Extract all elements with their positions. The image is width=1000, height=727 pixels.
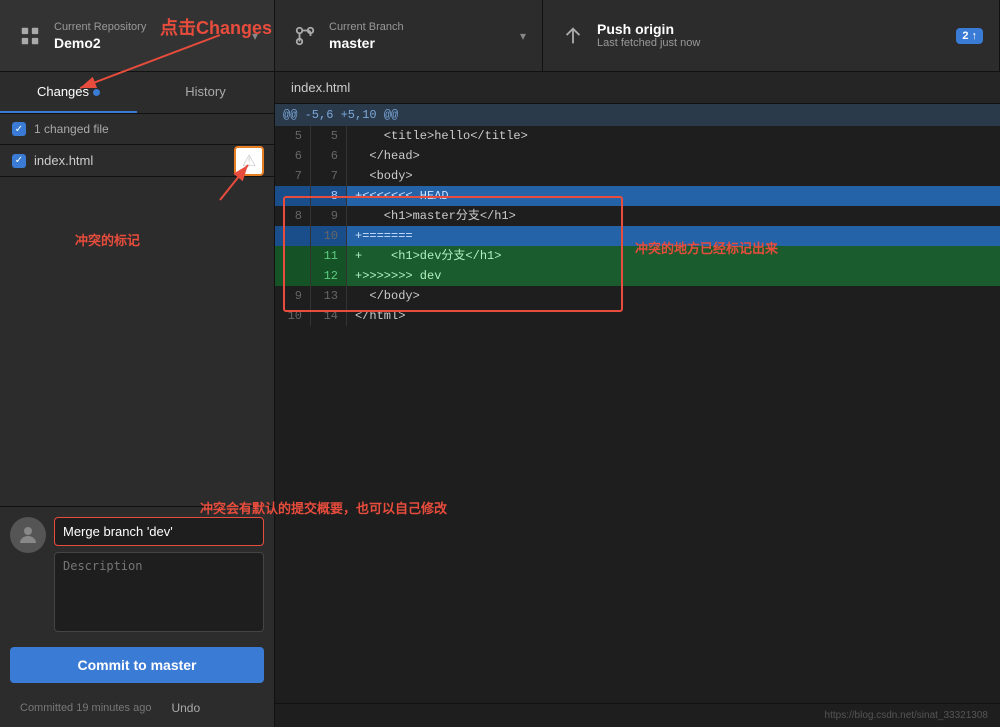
branch-name: master — [329, 35, 506, 51]
push-text-group: Push origin Last fetched just now — [597, 21, 938, 51]
push-label: Push origin — [597, 21, 938, 37]
file-name: index.html — [34, 153, 93, 168]
repo-icon — [16, 22, 44, 50]
avatar — [10, 517, 46, 553]
file-item-index-html[interactable]: index.html ⚠ — [0, 145, 274, 177]
select-all-checkbox[interactable] — [12, 122, 26, 136]
repo-label: Current Repository — [54, 21, 238, 33]
tabs: Changes History — [0, 72, 274, 114]
push-badge: 2 ↑ — [956, 28, 983, 44]
branch-label: Current Branch — [329, 21, 506, 33]
diff-content[interactable]: @@ -5,6 +5,10 @@ 5 5 <title>hello</title… — [275, 104, 1000, 727]
bottom-bar-url: https://blog.csdn.net/sinat_33321308 — [825, 710, 988, 721]
diff-line-conflict-sep: 10 +======= — [275, 226, 1000, 246]
diff-line: 9 13 </body> — [275, 286, 1000, 306]
toolbar: Current Repository Demo2 ▾ Current Branc… — [0, 0, 1000, 72]
sidebar: Changes History 1 changed file index.htm… — [0, 72, 275, 727]
main-content: Changes History 1 changed file index.htm… — [0, 72, 1000, 727]
undo-button[interactable]: Undo — [161, 697, 210, 719]
diff-filename: index.html — [275, 72, 1000, 104]
file-list-header: 1 changed file — [0, 114, 274, 145]
conflict-warning-badge: ⚠ — [234, 146, 264, 176]
repo-text-group: Current Repository Demo2 — [54, 21, 238, 51]
tab-history[interactable]: History — [137, 72, 274, 113]
commit-message-area — [0, 507, 274, 647]
branch-text-group: Current Branch master — [329, 21, 506, 51]
changed-files-count: 1 changed file — [34, 122, 109, 136]
tab-changes[interactable]: Changes — [0, 72, 137, 113]
diff-panel: index.html @@ -5,6 +5,10 @@ 5 5 <title>h… — [275, 72, 1000, 727]
commit-area: Commit to master Committed 19 minutes ag… — [0, 506, 275, 727]
commit-summary-input[interactable] — [54, 517, 264, 546]
diff-header-line: @@ -5,6 +5,10 @@ — [275, 104, 1000, 126]
diff-line-conflict-start: 8 +<<<<<<< HEAD — [275, 186, 1000, 206]
diff-line: 7 7 <body> — [275, 166, 1000, 186]
bottom-bar: https://blog.csdn.net/sinat_33321308 — [275, 703, 1000, 727]
push-section[interactable]: Push origin Last fetched just now 2 ↑ — [543, 0, 1000, 71]
diff-line: 10 14 </html> — [275, 306, 1000, 326]
push-sublabel: Last fetched just now — [597, 37, 938, 49]
push-icon — [559, 22, 587, 50]
branch-chevron-icon: ▾ — [520, 29, 526, 43]
file-checkbox[interactable] — [12, 154, 26, 168]
diff-line: 5 5 <title>hello</title> — [275, 126, 1000, 146]
diff-line-conflict-theirs: 11 + <h1>dev分支</h1> — [275, 246, 1000, 266]
branch-icon — [291, 22, 319, 50]
repo-section[interactable]: Current Repository Demo2 ▾ — [0, 0, 275, 71]
committed-text: Committed 19 minutes ago — [10, 698, 161, 718]
commit-button[interactable]: Commit to master — [10, 647, 264, 683]
diff-line: 8 9 <h1>master分支</h1> — [275, 206, 1000, 226]
commit-input-group — [54, 517, 264, 637]
changes-dot — [93, 89, 100, 96]
repo-name: Demo2 — [54, 35, 238, 51]
branch-section[interactable]: Current Branch master ▾ — [275, 0, 543, 71]
diff-line: 6 6 </head> — [275, 146, 1000, 166]
repo-chevron-icon: ▾ — [252, 29, 258, 43]
commit-description-input[interactable] — [54, 552, 264, 632]
diff-line-conflict-end: 12 +>>>>>>> dev — [275, 266, 1000, 286]
